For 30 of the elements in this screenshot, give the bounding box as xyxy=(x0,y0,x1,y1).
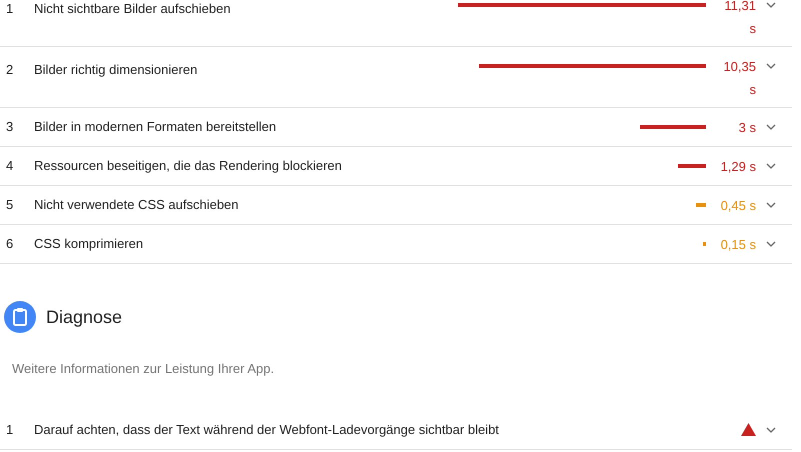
savings-value: 11,31 s xyxy=(723,0,756,38)
audit-title: Bilder in modernen Formaten bereitstellen xyxy=(34,118,278,136)
chevron-icon[interactable] xyxy=(766,2,776,8)
audit-title: Nicht sichtbare Bilder aufschieben xyxy=(34,0,232,18)
chevron-icon[interactable] xyxy=(766,241,776,247)
row-number: 2 xyxy=(6,61,14,79)
savings-value: 3 s xyxy=(738,118,756,136)
section-title: Diagnose xyxy=(46,306,122,329)
chevron-icon[interactable] xyxy=(766,426,776,432)
row-number: 6 xyxy=(6,235,14,254)
row-number: 1 xyxy=(6,0,14,18)
audit-title: Darauf achten, dass der Text während der Webfont-Ladevorgänge sichtbar bleibt xyxy=(34,420,500,439)
row-number: 4 xyxy=(6,157,14,176)
section-description: Weitere Informationen zur Leistung Ihrer App. xyxy=(12,360,276,378)
audit-title: Nicht verwendete CSS aufschieben xyxy=(34,196,240,214)
chevron-icon[interactable] xyxy=(766,63,776,69)
savings-value: 0,15 s xyxy=(720,236,756,254)
row-number: 1 xyxy=(6,420,14,439)
chevron-icon[interactable] xyxy=(766,202,776,208)
audit-title: Ressourcen beseitigen, die das Rendering blockieren xyxy=(34,157,343,176)
chevron-icon[interactable] xyxy=(766,124,776,130)
savings-value: 0,45 s xyxy=(720,196,756,214)
audit-title: Bilder richtig dimensionieren xyxy=(34,61,198,79)
audit-title: CSS komprimieren xyxy=(34,235,144,254)
row-number: 3 xyxy=(6,118,14,136)
clipboard-icon xyxy=(4,301,36,333)
savings-value: 1,29 s xyxy=(720,158,756,176)
row-number: 5 xyxy=(6,196,14,214)
savings-value: 10,35 s xyxy=(722,58,756,99)
chevron-icon[interactable] xyxy=(766,163,776,169)
